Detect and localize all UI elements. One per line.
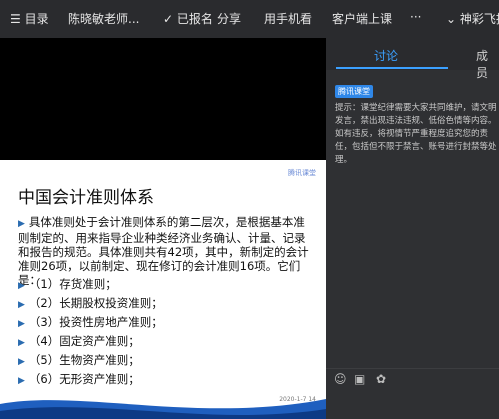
- top-bar: ☰ 目录 陈晓敏老师... ✓ 已报名 分享 用手机看 客户端上课 ··· ⌄ …: [0, 0, 499, 38]
- client-button[interactable]: 客户端上课: [332, 10, 392, 27]
- input-divider: [326, 368, 499, 369]
- phone-watch-button[interactable]: 用手机看: [264, 10, 312, 27]
- tab-discussion[interactable]: 讨论: [374, 47, 398, 64]
- slide-pager: 2020-1-7 14: [279, 396, 316, 403]
- bullet-icon: ▶: [18, 281, 25, 291]
- bullet-icon: ▶: [18, 219, 25, 229]
- flower-icon[interactable]: ✿: [376, 372, 386, 386]
- bullet-icon: ▶: [18, 338, 25, 348]
- menu-icon: ☰: [10, 12, 21, 26]
- slide-list: ▶ （1）存货准则； ▶ （2）长期股权投资准则； ▶ （3）投资性房地产准则； ▶ （…: [18, 276, 163, 390]
- platform-badge: 腾讯课堂: [335, 85, 373, 98]
- more-icon[interactable]: ···: [410, 10, 421, 24]
- share-button[interactable]: 分享: [217, 10, 241, 27]
- list-item: ▶ （5）生物资产准则；: [18, 353, 140, 367]
- image-icon[interactable]: ▣: [354, 372, 365, 386]
- list-item: ▶ （3）投资性房地产准则；: [18, 315, 163, 329]
- slide-wave-decoration: [0, 399, 326, 419]
- tab-members[interactable]: 成员: [476, 47, 499, 81]
- slide-title: 中国会计准则体系: [18, 188, 154, 208]
- bullet-icon: ▶: [18, 300, 25, 310]
- panel-tabs: 讨论 成员: [326, 38, 499, 80]
- chevron-down-icon: ⌄: [446, 12, 457, 26]
- list-item: ▶ （4）固定资产准则；: [18, 334, 140, 348]
- list-item: ▶ （2）长期股权投资准则；: [18, 296, 163, 310]
- slide-logo: 腾讯课堂: [288, 169, 316, 177]
- menu-button[interactable]: ☰ 目录: [10, 10, 49, 27]
- teacher-name[interactable]: 陈晓敏老师...: [68, 10, 139, 27]
- slide: 腾讯课堂 中国会计准则体系 ▶ 具体准则处于会计准则体系的第二层次，是根据基本准则…: [0, 160, 326, 419]
- emoji-icon[interactable]: ☺: [334, 372, 347, 386]
- list-item: ▶ （1）存货准则；: [18, 277, 117, 291]
- brand-dropdown[interactable]: ⌄ 神彩飞扬: [446, 10, 499, 27]
- bullet-icon: ▶: [18, 319, 25, 329]
- chat-notice: 提示：课堂纪律需要大家共同维护，请文明发言，禁出现违法违规、低俗色情等内容。如有…: [335, 103, 497, 165]
- bullet-icon: ▶: [18, 357, 25, 367]
- signup-status: ✓ 已报名: [163, 12, 213, 26]
- tab-underline: [336, 67, 448, 69]
- check-icon: ✓: [163, 12, 174, 26]
- video-area: 腾讯课堂 中国会计准则体系 ▶ 具体准则处于会计准则体系的第二层次，是根据基本准则…: [0, 38, 326, 419]
- side-panel: 讨论 成员 腾讯课堂 提示：课堂纪律需要大家共同维护，请文明发言，禁出现违法违规…: [326, 38, 499, 419]
